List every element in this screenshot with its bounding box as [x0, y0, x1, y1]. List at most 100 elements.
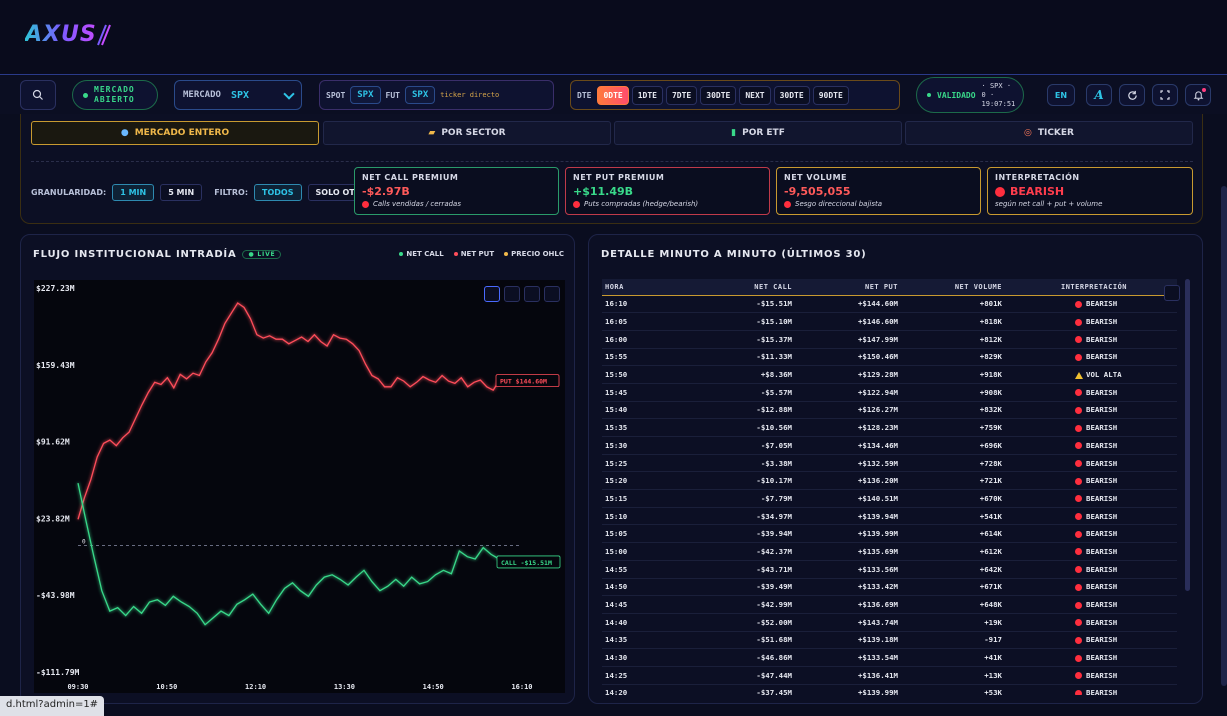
table-cell: +671K	[898, 578, 1002, 597]
search-button[interactable]	[20, 80, 56, 110]
interpretation-text: BEARISH	[1086, 458, 1118, 468]
metric-label: NET PUT PREMIUM	[573, 173, 665, 182]
spot-input[interactable]: SPX	[350, 86, 381, 104]
panel-title-text: FLUJO INSTITUCIONAL INTRADÍA	[33, 249, 237, 260]
status-dot-icon	[927, 93, 931, 97]
legend-item-net-call[interactable]: NET CALL	[399, 250, 444, 258]
red-dot-icon	[995, 186, 1005, 197]
chevron-down-icon	[283, 88, 295, 100]
draw-tool-button[interactable]	[484, 286, 500, 302]
table-row[interactable]: 14:45 -$42.99M +$136.69M +648K BEARISH	[602, 595, 1177, 614]
net-put-line[interactable]	[77, 302, 507, 520]
put-end-label: PUT $144.60M	[495, 374, 560, 387]
filter-option[interactable]: TODOS	[254, 184, 302, 201]
table-row[interactable]: 16:05 -$15.10M +$146.60M +818K BEARISH	[602, 312, 1177, 331]
tab-ticker[interactable]: ◎ TICKER	[905, 121, 1193, 145]
table-row[interactable]: 16:00 -$15.37M +$147.99M +812K BEARISH	[602, 330, 1177, 349]
table-row[interactable]: 15:45 -$5.57M +$122.94M +908K BEARISH	[602, 383, 1177, 402]
validado-meta-line: 19:07:51	[981, 99, 1016, 108]
fullscreen-button[interactable]	[1152, 84, 1178, 106]
column-header[interactable]: NET PUT	[792, 279, 898, 296]
granularity-option[interactable]: 5 MIN	[160, 184, 203, 201]
table-row[interactable]: 14:30 -$46.86M +$133.54M +41K BEARISH	[602, 648, 1177, 667]
net-call-line[interactable]	[77, 482, 508, 626]
table-row[interactable]: 16:10 -$15.51M +$144.60M +801K BEARISH	[602, 295, 1177, 314]
table-cell: 14:25	[602, 666, 692, 685]
reset-tool-button[interactable]	[524, 286, 540, 302]
spot-label: SPOT	[326, 90, 346, 100]
mercado-select[interactable]: MERCADO SPX	[174, 80, 302, 110]
table-cell: +801K	[898, 295, 1002, 314]
dte-option[interactable]: 30DTE	[700, 85, 737, 105]
table-row[interactable]: 15:00 -$42.37M +$135.69M +612K BEARISH	[602, 542, 1177, 561]
chart-area[interactable]: 0 $227.23M $159.43M $91.62M $23.82M -$43.98M…	[34, 280, 565, 693]
column-header[interactable]: HORA	[602, 279, 692, 296]
table-row[interactable]: 15:35 -$10.56M +$128.23M +759K BEARISH	[602, 418, 1177, 437]
table-cell: +$144.60M	[792, 295, 898, 314]
dte-option[interactable]: 0DTE	[597, 85, 629, 105]
language-button[interactable]: EN	[1047, 84, 1075, 106]
column-header[interactable]: NET VOLUME	[898, 279, 1002, 296]
table-cell: -$46.86M	[692, 648, 792, 667]
red-dot-icon	[1075, 336, 1082, 344]
table-row[interactable]: 15:15 -$7.79M +$140.51M +670K BEARISH	[602, 489, 1177, 508]
table-row[interactable]: 14:55 -$43.71M +$133.56M +642K BEARISH	[602, 560, 1177, 579]
tab-por-sector[interactable]: ▰ POR SECTOR	[323, 121, 611, 145]
column-header[interactable]: INTERPRETACIÓN	[1002, 279, 1177, 296]
table-row[interactable]: 14:50 -$39.49M +$133.42M +671K BEARISH	[602, 578, 1177, 597]
camera-tool-button[interactable]	[544, 286, 560, 302]
zoom-tool-button[interactable]	[504, 286, 520, 302]
red-dot-icon	[1075, 389, 1082, 397]
table-cell: +19K	[898, 613, 1002, 632]
notifications-button[interactable]	[1185, 84, 1211, 106]
red-dot-icon	[1075, 318, 1082, 326]
legend-item-net-put[interactable]: NET PUT	[453, 250, 494, 258]
metric-value: -9,505,055	[784, 185, 851, 198]
page-scrollbar[interactable]	[1221, 186, 1227, 686]
table-row[interactable]: 15:25 -$3.38M +$132.59M +728K BEARISH	[602, 454, 1177, 473]
refresh-button[interactable]	[1119, 84, 1145, 106]
red-dot-icon	[1075, 566, 1082, 574]
metric-sub: Puts compradas (hedge/bearish)	[573, 200, 762, 208]
column-header[interactable]: NET CALL	[692, 279, 792, 296]
table-row[interactable]: 15:55 -$11.33M +$150.46M +829K BEARISH	[602, 348, 1177, 367]
table-row[interactable]: 14:40 -$52.00M +$143.74M +19K BEARISH	[602, 613, 1177, 632]
table-row[interactable]: 15:05 -$39.94M +$139.99M +614K BEARISH	[602, 524, 1177, 544]
font-size-button[interactable]: A	[1086, 84, 1112, 106]
table-cell: -$11.33M	[692, 348, 792, 367]
table-cell: -$34.97M	[692, 507, 792, 526]
table-cell: -$39.49M	[692, 578, 792, 597]
legend-item-precio-ohlc[interactable]: PRECIO OHLC	[504, 250, 564, 258]
fut-input[interactable]: SPX	[404, 86, 436, 104]
table-cell: +696K	[898, 436, 1002, 455]
table-cell: +$133.54M	[792, 648, 898, 667]
dte-option[interactable]: 1DTE	[631, 85, 663, 105]
table-fullscreen-button[interactable]	[1164, 285, 1180, 301]
table-scrollbar[interactable]	[1185, 279, 1190, 591]
dte-option[interactable]: 7DTE	[665, 85, 698, 105]
detail-table-wrapper[interactable]: HORA NET CALL NET PUT NET VOLUME INTERPR…	[602, 279, 1180, 695]
dte-option[interactable]: NEXT	[739, 85, 771, 105]
dte-option[interactable]: 30DTE	[773, 85, 810, 105]
table-row[interactable]: 14:20 -$37.45M +$139.99M +53K BEARISH	[602, 684, 1177, 695]
flow-chart[interactable]: 0 $227.23M $159.43M $91.62M $23.82M -$43.98M…	[34, 280, 565, 693]
table-row[interactable]: 15:50 +$8.36M +$129.28M +918K VOL ALTA	[602, 365, 1177, 384]
app-logo[interactable]: AXUS	[25, 22, 97, 47]
granularity-option[interactable]: 1 MIN	[112, 184, 155, 201]
table-cell: -917	[898, 631, 1002, 650]
dte-option[interactable]: 90DTE	[812, 85, 849, 105]
tab-por-etf[interactable]: ▮ POR ETF	[614, 121, 902, 145]
table-row[interactable]: 15:40 -$12.88M +$126.27M +832K BEARISH	[602, 401, 1177, 420]
tab-mercado-entero[interactable]: ● MERCADO ENTERO	[31, 121, 319, 145]
table-cell: +$135.69M	[792, 542, 898, 561]
minute-detail-panel: DETALLE MINUTO A MINUTO (ÚLTIMOS 30) HOR…	[588, 234, 1203, 704]
table-cell: 14:20	[602, 684, 692, 695]
ticker-hint: ticker directo	[440, 91, 500, 99]
toolbar: MERCADO ABIERTO MERCADO SPX SPOT SPX FUT…	[0, 76, 1227, 114]
table-row[interactable]: 15:30 -$7.05M +$134.46M +696K BEARISH	[602, 436, 1177, 455]
table-row[interactable]: 15:10 -$34.97M +$139.94M +541K BEARISH	[602, 507, 1177, 526]
table-row[interactable]: 14:35 -$51.68M +$139.18M -917 BEARISH	[602, 631, 1177, 650]
table-row[interactable]: 14:25 -$47.44M +$136.41M +13K BEARISH	[602, 666, 1177, 685]
table-row[interactable]: 15:20 -$10.17M +$136.20M +721K BEARISH	[602, 471, 1177, 491]
interpretation-text: BEARISH	[1086, 582, 1118, 592]
